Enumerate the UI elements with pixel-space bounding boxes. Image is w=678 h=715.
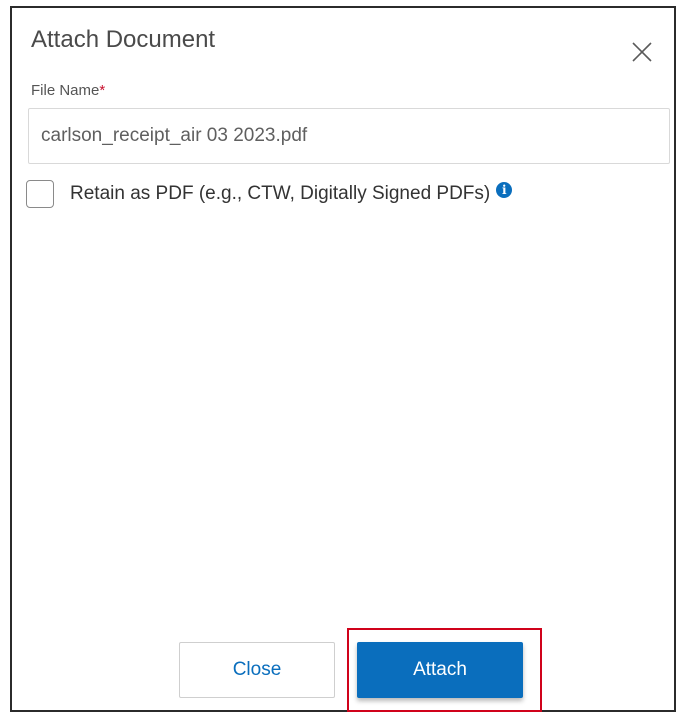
file-name-label: File Name*	[31, 82, 105, 99]
retain-as-pdf-label: Retain as PDF (e.g., CTW, Digitally Sign…	[70, 183, 491, 204]
attach-button[interactable]: Attach	[357, 642, 523, 698]
close-x-icon[interactable]	[630, 40, 654, 64]
retain-as-pdf-checkbox[interactable]	[26, 180, 54, 208]
close-button[interactable]: Close	[179, 642, 335, 698]
attach-document-dialog: Attach Document File Name* Retain as PDF…	[10, 6, 676, 712]
file-name-label-text: File Name	[31, 82, 100, 99]
required-asterisk: *	[99, 82, 106, 99]
dialog-title: Attach Document	[31, 26, 216, 53]
retain-as-pdf-row: Retain as PDF (e.g., CTW, Digitally Sign…	[26, 180, 513, 208]
close-x-icon-glyph	[632, 42, 652, 62]
file-name-input[interactable]	[28, 108, 670, 164]
info-icon[interactable]: i	[496, 182, 513, 198]
